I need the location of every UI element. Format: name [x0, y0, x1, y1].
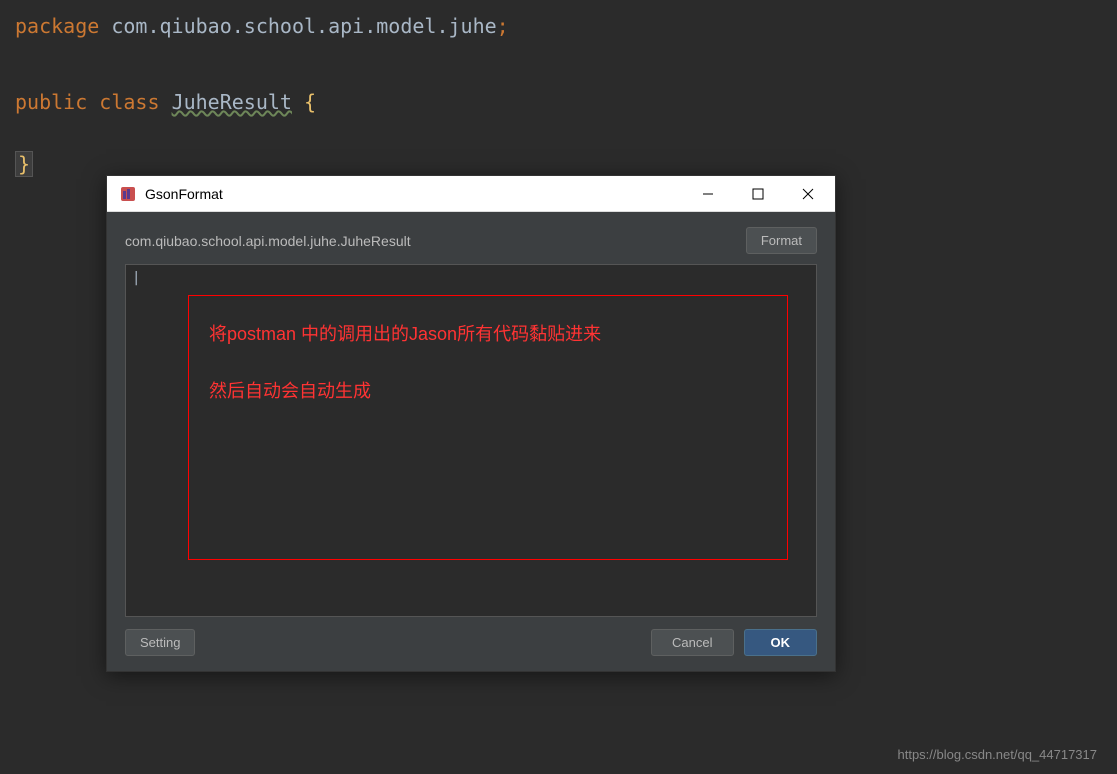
- annotation-overlay: 将postman 中的调用出的Jason所有代码黏贴进来 然后自动会自动生成: [188, 295, 788, 560]
- close-brace: }: [15, 151, 33, 177]
- class-path-row: com.qiubao.school.api.model.juhe.JuheRes…: [125, 227, 817, 254]
- code-editor[interactable]: package com.qiubao.school.api.model.juhe…: [0, 0, 1117, 196]
- annotation-line-1: 将postman 中的调用出的Jason所有代码黏贴进来: [209, 321, 767, 348]
- gson-format-dialog: GsonFormat com.qiubao.school.api.model.j…: [106, 175, 836, 672]
- dialog-footer: Setting Cancel OK: [125, 629, 817, 656]
- ok-button[interactable]: OK: [744, 629, 818, 656]
- text-cursor: |: [132, 270, 140, 286]
- semicolon: ;: [497, 14, 509, 38]
- open-brace: {: [304, 90, 316, 114]
- maximize-button[interactable]: [743, 179, 773, 209]
- footer-right-buttons: Cancel OK: [651, 629, 817, 656]
- cancel-button[interactable]: Cancel: [651, 629, 733, 656]
- dialog-body: com.qiubao.school.api.model.juhe.JuheRes…: [107, 212, 835, 671]
- minimize-button[interactable]: [693, 179, 723, 209]
- dialog-titlebar[interactable]: GsonFormat: [107, 176, 835, 212]
- keyword-class: class: [99, 90, 159, 114]
- format-button[interactable]: Format: [746, 227, 817, 254]
- empty-line: [15, 48, 1102, 80]
- class-name: JuheResult: [172, 90, 292, 114]
- keyword-public: public: [15, 90, 87, 114]
- setting-button[interactable]: Setting: [125, 629, 195, 656]
- json-input-textarea[interactable]: | 将postman 中的调用出的Jason所有代码黏贴进来 然后自动会自动生成: [125, 264, 817, 617]
- package-path: com.qiubao.school.api.model.juhe: [111, 14, 496, 38]
- window-controls: [693, 179, 823, 209]
- package-line: package com.qiubao.school.api.model.juhe…: [15, 10, 1102, 42]
- annotation-line-2: 然后自动会自动生成: [209, 378, 767, 405]
- class-path-label: com.qiubao.school.api.model.juhe.JuheRes…: [125, 233, 411, 249]
- app-icon: [119, 185, 137, 203]
- close-button[interactable]: [793, 179, 823, 209]
- keyword-package: package: [15, 14, 99, 38]
- titlebar-left: GsonFormat: [119, 185, 223, 203]
- dialog-title: GsonFormat: [145, 186, 223, 202]
- class-declaration-line: public class JuheResult {: [15, 86, 1102, 118]
- watermark-text: https://blog.csdn.net/qq_44717317: [898, 747, 1098, 762]
